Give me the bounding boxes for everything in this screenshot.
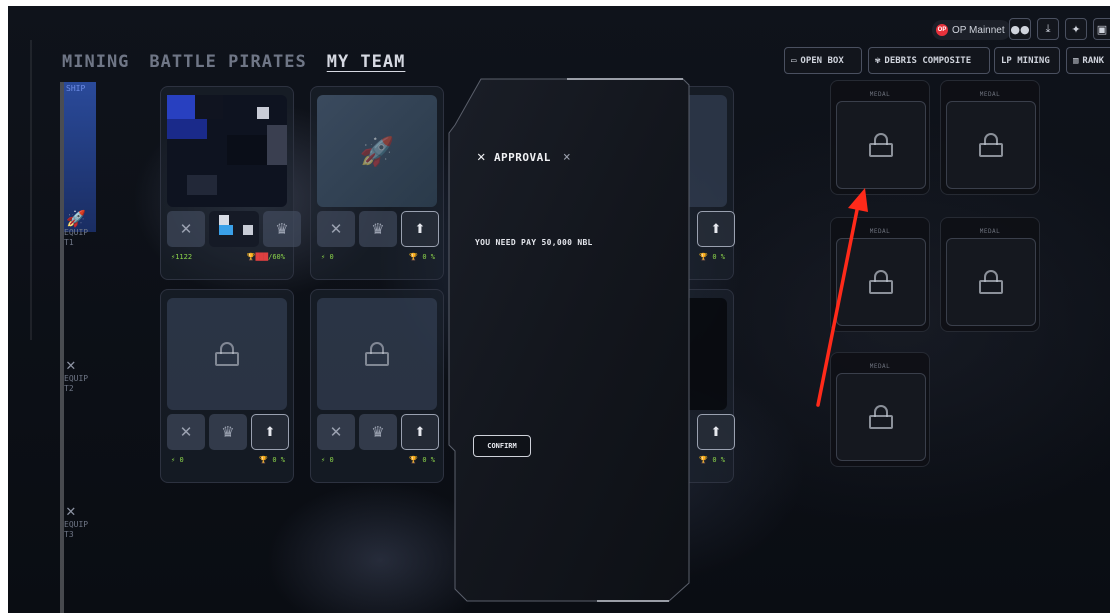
download-icon[interactable]: ⤓ <box>1037 18 1059 40</box>
twitter-icon[interactable]: ✦ <box>1065 18 1087 40</box>
equip-card[interactable]: ✕ ♛ ⬆ ⚡ 0 🏆 0 % <box>160 289 294 483</box>
card-actions: ✕ ♛ ⬆ <box>317 414 439 450</box>
equip-image <box>167 95 287 207</box>
tab-mining[interactable]: MINING <box>62 52 129 72</box>
rocket-icon: 🚀 <box>66 209 86 228</box>
equip-t1-tab[interactable]: 🚀 EQUIP T1 <box>64 210 100 248</box>
open-box-button[interactable]: ▭ OPEN BOX <box>784 47 862 74</box>
medium-icon[interactable]: ●● <box>1009 18 1031 40</box>
card-stats: ⚡ 0 🏆 0 % <box>171 456 285 464</box>
equip-icon[interactable]: ✕ <box>317 414 355 450</box>
card-actions: ✕ ♛ ⬆ <box>167 414 289 450</box>
rate-stat: 🏆 0 % <box>259 456 285 464</box>
main-nav: MINING BATTLE PIRATES MY TEAM <box>62 52 405 72</box>
medal-slot[interactable]: MEDAL <box>830 352 930 467</box>
locked-slot <box>317 298 437 410</box>
rank-button[interactable]: ▥ RANK <box>1066 47 1110 74</box>
equip-icon[interactable]: ✕ <box>167 211 205 247</box>
card-stats: ⚡1122 🏆███/60% <box>171 253 285 261</box>
ship-label: SHIP <box>66 84 86 93</box>
box-icon: ▭ <box>791 55 797 66</box>
discord-icon[interactable]: ▣ <box>1093 18 1110 40</box>
upgrade-button[interactable]: ⬆ <box>401 211 439 247</box>
composite-icon: ✾ <box>875 55 881 66</box>
rate-stat: 🏆 0 % <box>409 456 435 464</box>
debris-composite-button[interactable]: ✾ DEBRIS COMPOSITE <box>868 47 990 74</box>
medal-icon[interactable]: ♛ <box>263 211 301 247</box>
locked-slot <box>167 298 287 410</box>
lock-icon <box>869 133 893 157</box>
card-stats: ⚡ 0 🏆 0 % <box>321 456 435 464</box>
medal-icon[interactable]: ♛ <box>359 414 397 450</box>
equip-card[interactable]: 🚀 ✕ ♛ ⬆ ⚡ 0 🏆 0 % <box>310 86 444 280</box>
card-actions: ✕ ♛ <box>167 211 301 247</box>
medal-icon[interactable]: ♛ <box>209 414 247 450</box>
upgrade-button[interactable]: ⬆ <box>401 414 439 450</box>
rate-stat: 🏆███/60% <box>246 253 285 261</box>
power-stat: ⚡ 0 <box>171 456 184 464</box>
power-stat: ⚡ 0 <box>321 253 334 261</box>
lock-icon <box>215 342 239 366</box>
equip-image: 🚀 <box>317 95 437 207</box>
lock-icon <box>979 270 1003 294</box>
brand-logo-icon: ✕ <box>477 149 486 165</box>
equip-icon[interactable]: ✕ <box>317 211 355 247</box>
network-name: OP Mainnet <box>952 24 1005 36</box>
lock-icon <box>365 342 389 366</box>
card-stats: ⚡ 0 🏆 0 % <box>321 253 435 261</box>
equip-card[interactable]: ✕ ♛ ⬆ ⚡ 0 🏆 0 % <box>310 289 444 483</box>
modal-title: ✕ APPROVAL × <box>477 149 572 165</box>
equip-t2-tab[interactable]: ✕ EQUIP T2 <box>64 356 100 394</box>
upgrade-slot[interactable] <box>209 211 259 247</box>
card-actions: ⬆ <box>697 211 735 247</box>
equip-card[interactable]: ✕ ♛ ⚡1122 🏆███/60% <box>160 86 301 280</box>
op-network-icon: OP <box>936 24 948 36</box>
card-actions: ⬆ <box>697 414 735 450</box>
close-icon[interactable]: × <box>563 150 571 165</box>
lock-icon <box>979 133 1003 157</box>
lock-icon <box>869 405 893 429</box>
payment-message: YOU NEED PAY 50,000 NBL <box>475 238 593 247</box>
shuriken-icon: ✕ <box>66 355 76 374</box>
lp-mining-button[interactable]: LP MINING <box>994 47 1060 74</box>
power-stat: ⚡ 0 <box>321 456 334 464</box>
medal-slot[interactable]: MEDAL <box>830 80 930 195</box>
upgrade-button[interactable]: ⬆ <box>697 211 735 247</box>
rate-stat: 🏆 0 % <box>699 456 725 464</box>
approval-modal: ✕ APPROVAL × YOU NEED PAY 50,000 NBL CON… <box>447 73 691 605</box>
window-top-edge <box>0 0 1110 6</box>
shuriken-icon: ✕ <box>66 501 76 520</box>
tab-my-team[interactable]: MY TEAM <box>327 52 406 72</box>
network-selector[interactable]: OP OP Mainnet <box>932 20 1011 40</box>
rate-stat: 🏆 0 % <box>699 253 725 261</box>
upgrade-button[interactable]: ⬆ <box>697 414 735 450</box>
upgrade-button[interactable]: ⬆ <box>251 414 289 450</box>
card-actions: ✕ ♛ ⬆ <box>317 211 439 247</box>
medal-slot[interactable]: MEDAL <box>830 217 930 332</box>
medal-icon[interactable]: ♛ <box>359 211 397 247</box>
scroll-rail <box>30 40 32 340</box>
medal-slot[interactable]: MEDAL <box>940 217 1040 332</box>
equip-t3-tab[interactable]: ✕ EQUIP T3 <box>64 502 100 540</box>
equip-icon[interactable]: ✕ <box>167 414 205 450</box>
bar-chart-icon: ▥ <box>1073 55 1079 66</box>
lock-icon <box>869 270 893 294</box>
medal-slot[interactable]: MEDAL <box>940 80 1040 195</box>
rate-stat: 🏆 0 % <box>409 253 435 261</box>
confirm-button[interactable]: CONFIRM <box>473 435 531 457</box>
power-stat: ⚡1122 <box>171 253 193 261</box>
window-left-edge <box>0 0 8 613</box>
rocket-icon: 🚀 <box>359 134 395 168</box>
tab-battle-pirates[interactable]: BATTLE PIRATES <box>149 52 306 72</box>
